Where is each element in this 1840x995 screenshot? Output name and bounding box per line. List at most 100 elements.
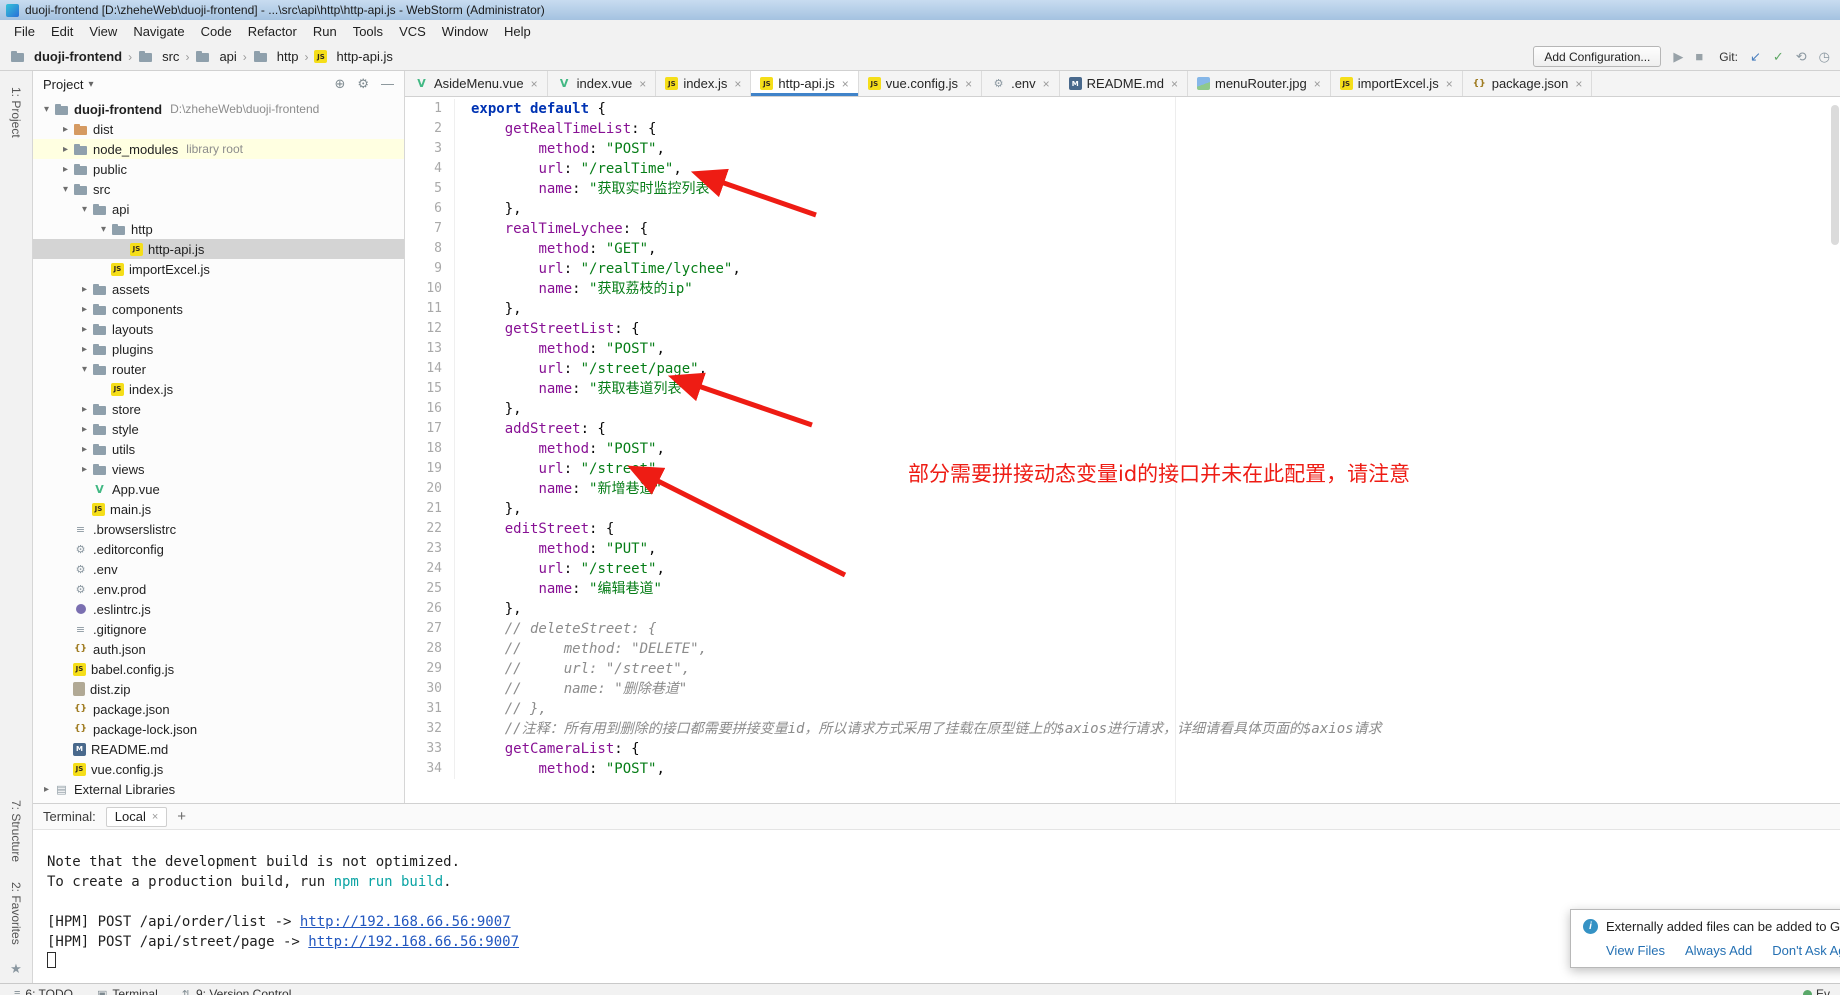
dont-ask-again-link[interactable]: Don't Ask Agai: [1772, 943, 1840, 958]
stop-icon[interactable]: ■: [1695, 50, 1703, 63]
tree-item-router[interactable]: ▾router: [33, 359, 404, 379]
menu-navigate[interactable]: Navigate: [125, 20, 192, 43]
always-add-link[interactable]: Always Add: [1685, 943, 1752, 958]
chevron-right-icon[interactable]: ▸: [77, 404, 92, 415]
close-icon[interactable]: ×: [1575, 77, 1582, 91]
menu-help[interactable]: Help: [496, 20, 539, 43]
rollback-icon[interactable]: ⟲: [1796, 50, 1807, 63]
chevron-down-icon[interactable]: ▾: [88, 79, 93, 90]
chevron-down-icon[interactable]: ▾: [39, 104, 54, 115]
terminal-link[interactable]: http://192.168.66.56:9007: [308, 934, 519, 950]
tree-item-src[interactable]: ▾src: [33, 179, 404, 199]
chevron-right-icon[interactable]: ▸: [77, 304, 92, 315]
tree-item-editorconfig[interactable]: ⚙.editorconfig: [33, 539, 404, 559]
breadcrumb-item-src[interactable]: src: [136, 49, 181, 64]
tab-menurouter-jpg[interactable]: menuRouter.jpg×: [1188, 71, 1331, 96]
tree-item-importexcel-js[interactable]: JSimportExcel.js: [33, 259, 404, 279]
tab-index-js[interactable]: JSindex.js×: [656, 71, 751, 96]
run-icon[interactable]: ▶: [1673, 50, 1683, 63]
history-icon[interactable]: ◷: [1819, 50, 1830, 63]
close-icon[interactable]: ×: [1043, 77, 1050, 91]
menu-code[interactable]: Code: [193, 20, 240, 43]
close-icon[interactable]: ×: [639, 77, 646, 91]
chevron-right-icon[interactable]: ▸: [77, 284, 92, 295]
terminal-link[interactable]: http://192.168.66.56:9007: [300, 914, 511, 930]
tree-item-eslintrc-js[interactable]: .eslintrc.js: [33, 599, 404, 619]
code-editor[interactable]: 1export default {2 getRealTimeList: {3 m…: [405, 97, 1840, 803]
menu-edit[interactable]: Edit: [43, 20, 81, 43]
chevron-right-icon[interactable]: ▸: [39, 784, 54, 795]
commit-icon[interactable]: ✓: [1773, 50, 1784, 63]
tool-button-2-favorites[interactable]: 2: Favorites: [9, 882, 23, 945]
tree-item-plugins[interactable]: ▸plugins: [33, 339, 404, 359]
tool-button-7-structure[interactable]: 7: Structure: [9, 800, 23, 862]
tree-item-browserslistrc[interactable]: ≡.browserslistrc: [33, 519, 404, 539]
chevron-down-icon[interactable]: ▾: [77, 204, 92, 215]
tree-item-http[interactable]: ▾http: [33, 219, 404, 239]
chevron-down-icon[interactable]: ▾: [77, 364, 92, 375]
tree-item-utils[interactable]: ▸utils: [33, 439, 404, 459]
event-log-label[interactable]: Ev: [1816, 987, 1830, 995]
menu-vcs[interactable]: VCS: [391, 20, 434, 43]
close-icon[interactable]: ×: [842, 77, 849, 91]
tree-item-env[interactable]: ⚙.env: [33, 559, 404, 579]
tree-item-auth-json[interactable]: {}auth.json: [33, 639, 404, 659]
tree-item-env-prod[interactable]: ⚙.env.prod: [33, 579, 404, 599]
close-icon[interactable]: ×: [1446, 77, 1453, 91]
chevron-right-icon[interactable]: ▸: [58, 144, 73, 155]
project-panel-title[interactable]: Project: [43, 77, 83, 92]
chevron-right-icon[interactable]: ▸: [77, 444, 92, 455]
tab-vue-config-js[interactable]: JSvue.config.js×: [859, 71, 982, 96]
tree-item-package-lock-json[interactable]: {}package-lock.json: [33, 719, 404, 739]
chevron-right-icon[interactable]: ▸: [77, 424, 92, 435]
editor-scrollbar[interactable]: [1830, 97, 1840, 803]
tab-package-json[interactable]: {}package.json×: [1463, 71, 1593, 96]
tree-item-vue-config-js[interactable]: JSvue.config.js: [33, 759, 404, 779]
tree-item-assets[interactable]: ▸assets: [33, 279, 404, 299]
breadcrumb-item-http-api-js[interactable]: JShttp-api.js: [312, 49, 394, 64]
menu-view[interactable]: View: [81, 20, 125, 43]
menu-window[interactable]: Window: [434, 20, 496, 43]
tree-item-components[interactable]: ▸components: [33, 299, 404, 319]
statusbar-version-control[interactable]: ⇅9: Version Control: [182, 987, 292, 995]
tree-item-dist[interactable]: ▸dist: [33, 119, 404, 139]
close-icon[interactable]: ×: [965, 77, 972, 91]
tab-importexcel-js[interactable]: JSimportExcel.js×: [1331, 71, 1463, 96]
event-log-icon[interactable]: [1803, 990, 1812, 995]
scrollbar-thumb[interactable]: [1831, 105, 1839, 245]
terminal-output[interactable]: Note that the development build is not o…: [33, 830, 1840, 972]
chevron-right-icon[interactable]: ▸: [58, 124, 73, 135]
tree-item-node-modules[interactable]: ▸node_moduleslibrary root: [33, 139, 404, 159]
tab-index-vue[interactable]: Vindex.vue×: [548, 71, 657, 96]
chevron-right-icon[interactable]: ▸: [58, 164, 73, 175]
chevron-right-icon[interactable]: ▸: [77, 324, 92, 335]
tree-item-app-vue[interactable]: VApp.vue: [33, 479, 404, 499]
add-configuration-button[interactable]: Add Configuration...: [1533, 46, 1661, 67]
new-terminal-icon[interactable]: +: [177, 808, 186, 825]
breadcrumb-item-http[interactable]: http: [251, 49, 301, 64]
tree-item-views[interactable]: ▸views: [33, 459, 404, 479]
tree-item-index-js[interactable]: JSindex.js: [33, 379, 404, 399]
terminal-cursor[interactable]: [47, 952, 56, 968]
tree-item-external-libraries[interactable]: ▸▤External Libraries: [33, 779, 404, 799]
settings-icon[interactable]: ⚙: [357, 76, 369, 92]
terminal-tab-local[interactable]: Local ×: [106, 807, 168, 827]
statusbar-terminal[interactable]: ▣Terminal: [97, 987, 158, 995]
locate-file-icon[interactable]: ⊕: [334, 76, 345, 92]
tree-item-dist-zip[interactable]: dist.zip: [33, 679, 404, 699]
tree-item-readme-md[interactable]: MREADME.md: [33, 739, 404, 759]
tree-item-gitignore[interactable]: ≡.gitignore: [33, 619, 404, 639]
tree-item-store[interactable]: ▸store: [33, 399, 404, 419]
view-files-link[interactable]: View Files: [1606, 943, 1665, 958]
chevron-down-icon[interactable]: ▾: [96, 224, 111, 235]
statusbar-todo[interactable]: ≡6: TODO: [14, 987, 73, 995]
tree-item-http-api-js[interactable]: JShttp-api.js: [33, 239, 404, 259]
chevron-right-icon[interactable]: ▸: [77, 344, 92, 355]
tree-item-layouts[interactable]: ▸layouts: [33, 319, 404, 339]
update-project-icon[interactable]: ↙: [1750, 50, 1761, 63]
hide-panel-icon[interactable]: ―: [381, 76, 394, 92]
close-icon[interactable]: ×: [1314, 77, 1321, 91]
tree-item-public[interactable]: ▸public: [33, 159, 404, 179]
menu-run[interactable]: Run: [305, 20, 345, 43]
tree-item-api[interactable]: ▾api: [33, 199, 404, 219]
